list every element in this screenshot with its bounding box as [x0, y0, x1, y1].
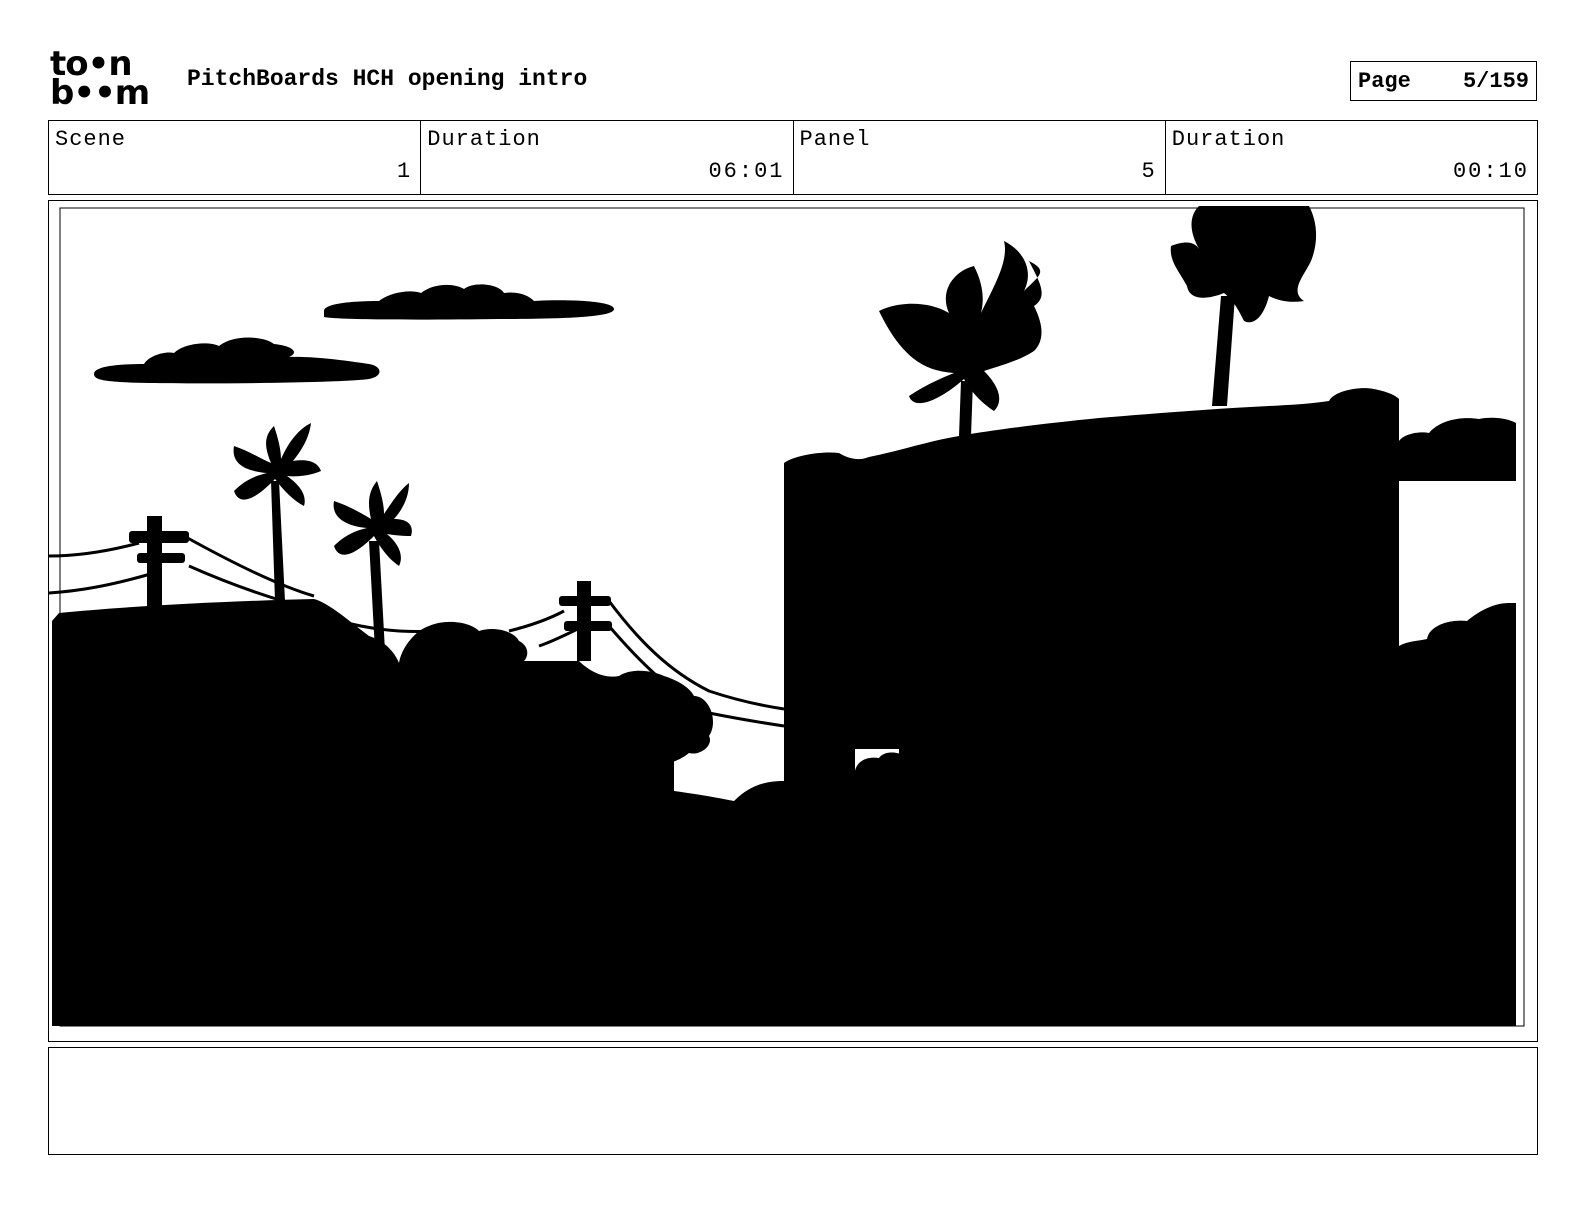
- panel-drawing: [49, 206, 1525, 1027]
- pole-center-crossbar-1: [559, 596, 611, 606]
- panel-duration-cell: Duration 00:10: [1166, 121, 1537, 194]
- pole-left: [147, 516, 162, 611]
- scene-duration-cell: Duration 06:01: [421, 121, 794, 194]
- cloud-right: [324, 284, 614, 320]
- left-hill: [52, 599, 784, 1026]
- page-indicator: Page 5/159: [1350, 61, 1537, 101]
- big-building: [784, 388, 1516, 1026]
- toonboom-logo: to•n b••m: [50, 47, 164, 114]
- cloud-left: [94, 337, 380, 384]
- palm-trunk-2: [369, 541, 385, 651]
- panel-cell: Panel 5: [794, 121, 1166, 194]
- palm-fronds-3: [879, 241, 1042, 411]
- scene-label: Scene: [55, 127, 127, 152]
- scene-info-table: Scene 1 Duration 06:01 Panel 5 Duration …: [48, 120, 1538, 195]
- page-number: 5/159: [1462, 68, 1529, 94]
- palm-trunk-4: [1212, 296, 1235, 406]
- storyboard-panel: [48, 200, 1538, 1042]
- page-label: Page: [1358, 68, 1411, 94]
- panel-label: Panel: [799, 127, 871, 152]
- palm-trunk-1: [271, 481, 285, 601]
- scene-cell: Scene 1: [49, 121, 422, 194]
- clouds: [94, 284, 614, 384]
- right-clouds-behind: [1399, 417, 1516, 481]
- document-title: PitchBoards HCH opening intro: [187, 66, 588, 92]
- scene-duration-label: Duration: [427, 127, 541, 152]
- logo-line-bottom: b••m: [50, 73, 150, 113]
- panel-notes-box: [48, 1047, 1538, 1155]
- pole-center-crossbar-2: [564, 621, 612, 631]
- palm-fronds-4: [1170, 206, 1317, 323]
- panel-duration-value: 00:10: [1452, 159, 1529, 184]
- panel-value: 5: [1141, 159, 1157, 184]
- scene-duration-value: 06:01: [708, 159, 785, 184]
- scene-value: 1: [397, 159, 413, 184]
- panel-duration-label: Duration: [1171, 127, 1286, 152]
- pole-left-crossbar-2: [137, 553, 185, 563]
- pole-left-crossbar-1: [129, 531, 189, 543]
